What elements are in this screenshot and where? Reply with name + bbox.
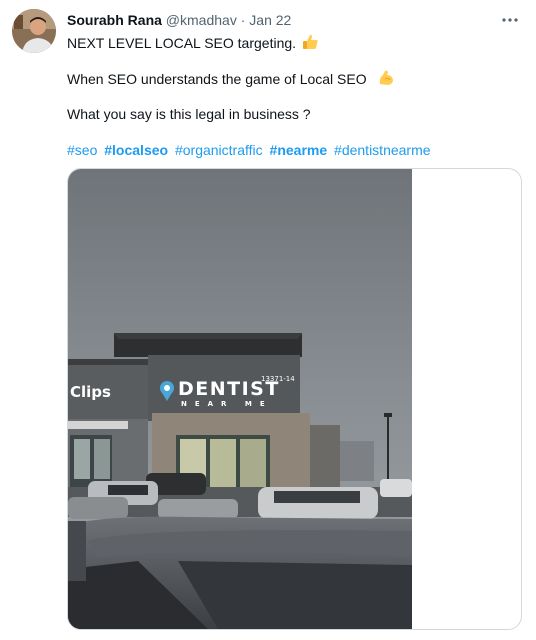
- hashtag-organictraffic[interactable]: #organictraffic: [175, 142, 263, 158]
- more-horizontal-icon: [502, 18, 518, 22]
- tweet-text-line-2: When SEO understands the game of Local S…: [67, 71, 367, 87]
- tweet-line-2: When SEO understands the game of Local S…: [67, 69, 395, 91]
- tweet-text-line-3: What you say is this legal in business ?: [67, 106, 311, 122]
- hashtag-nearme[interactable]: #nearme: [270, 142, 328, 158]
- hashtag-localseo[interactable]: #localseo: [104, 142, 168, 158]
- flexed-biceps-emoji: [377, 69, 395, 91]
- media-card: Clips DENTIST NEAR ME 13371-14: [67, 168, 522, 630]
- tweet-line-1: NEXT LEVEL LOCAL SEO targeting.: [67, 33, 319, 55]
- tweet-line-3: What you say is this legal in business ?: [67, 105, 311, 123]
- tweet-date[interactable]: Jan 22: [249, 12, 291, 28]
- tweet-text-line-1: NEXT LEVEL LOCAL SEO targeting.: [67, 35, 297, 51]
- hashtag-dentistnearme[interactable]: #dentistnearme: [334, 142, 431, 158]
- thumbs-up-emoji: [301, 33, 319, 55]
- store-sign-clips: Clips: [70, 383, 111, 401]
- more-options-button[interactable]: [498, 8, 522, 32]
- hashtag-list: #seo #localseo #organictraffic #nearme #…: [67, 141, 434, 159]
- tweet-photo[interactable]: Clips DENTIST NEAR ME 13371-14: [68, 169, 412, 629]
- author-name[interactable]: Sourabh Rana: [67, 12, 162, 28]
- author-handle[interactable]: @kmadhav: [166, 12, 237, 28]
- hashtag-seo[interactable]: #seo: [67, 142, 97, 158]
- header-separator: ·: [240, 12, 246, 28]
- author-avatar[interactable]: [12, 9, 56, 53]
- tweet-header: Sourabh Rana @kmadhav · Jan 22: [67, 11, 291, 29]
- building-address: 13371-14: [261, 375, 295, 383]
- dentist-sign-sub: NEAR ME: [181, 400, 273, 408]
